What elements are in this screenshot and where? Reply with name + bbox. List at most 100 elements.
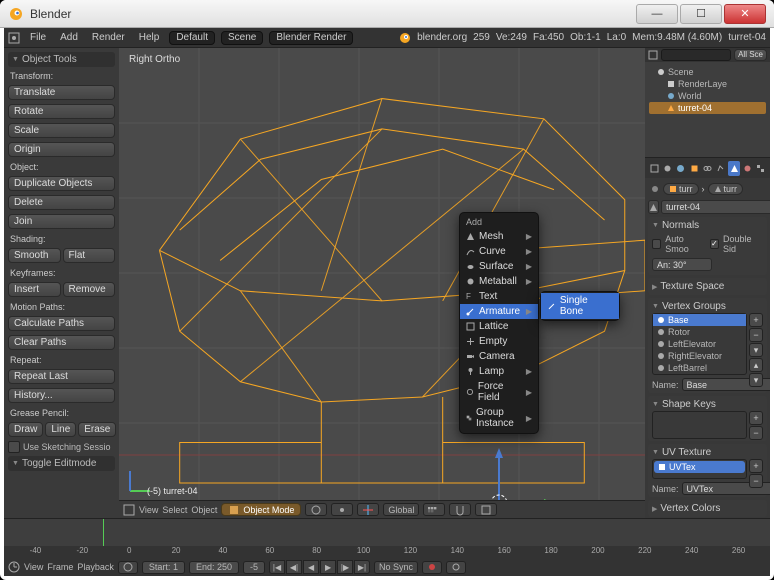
panel-toggle-editmode[interactable]: Toggle Editmode xyxy=(8,456,115,471)
crumb-mesh[interactable]: turr xyxy=(708,183,744,195)
close-button[interactable]: ✕ xyxy=(724,4,766,24)
panel-normals-header[interactable]: Normals xyxy=(652,219,763,232)
minimize-button[interactable]: — xyxy=(636,4,678,24)
add-metaball[interactable]: Metaball▶ xyxy=(460,274,538,289)
editor-type-icon[interactable] xyxy=(648,50,658,60)
render-preview-button[interactable] xyxy=(475,503,497,516)
add-empty[interactable]: Empty xyxy=(460,334,538,349)
jump-end-button[interactable]: ▶| xyxy=(354,560,370,574)
menu-add[interactable]: Add xyxy=(56,32,82,43)
add-menu[interactable]: Add Mesh▶ Curve▶ Surface▶ Metaball▶ FTex… xyxy=(459,212,539,434)
3d-viewport[interactable]: Right Ortho xyxy=(119,48,645,518)
menu-render[interactable]: Render xyxy=(88,32,129,43)
repeat-last-button[interactable]: Repeat Last xyxy=(8,369,115,384)
tab-constraints[interactable] xyxy=(701,161,713,176)
outliner-search[interactable] xyxy=(661,49,731,61)
vgroup-item[interactable]: LeftBarrel xyxy=(653,362,746,374)
gp-line-button[interactable]: Line xyxy=(45,422,76,437)
auto-smooth-angle[interactable]: An: 30° xyxy=(652,258,712,271)
tab-scene[interactable] xyxy=(661,161,673,176)
uv-texture-list[interactable]: UVTex xyxy=(652,459,747,479)
tab-object-data[interactable] xyxy=(728,161,740,176)
tab-render[interactable] xyxy=(648,161,660,176)
join-button[interactable]: Join xyxy=(8,214,115,229)
outliner-object-turret[interactable]: turret-04 xyxy=(649,102,766,114)
insert-keyframe-button[interactable]: Insert xyxy=(8,282,61,297)
screen-layout-select[interactable]: Default xyxy=(169,31,215,45)
panel-shape-keys-header[interactable]: Shape Keys xyxy=(652,398,763,411)
pin-icon[interactable] xyxy=(650,184,660,194)
tab-world[interactable] xyxy=(675,161,687,176)
tl-menu-view[interactable]: View xyxy=(24,562,43,572)
add-mesh[interactable]: Mesh▶ xyxy=(460,229,538,244)
end-frame-input[interactable]: End: 250 xyxy=(189,561,239,574)
vgroup-item[interactable]: Base xyxy=(653,314,746,326)
history-button[interactable]: History... xyxy=(8,388,115,403)
duplicate-button[interactable]: Duplicate Objects xyxy=(8,176,115,191)
uv-item[interactable]: UVTex xyxy=(654,461,745,473)
editor-type-icon[interactable] xyxy=(8,561,20,573)
start-frame-input[interactable]: Start: 1 xyxy=(142,561,185,574)
crumb-object[interactable]: turr xyxy=(663,183,699,195)
manipulator-button[interactable] xyxy=(357,503,379,516)
shading-wireframe-button[interactable] xyxy=(305,503,327,516)
menu-help[interactable]: Help xyxy=(135,32,164,43)
add-surface[interactable]: Surface▶ xyxy=(460,259,538,274)
vgroup-move-down-button[interactable]: ▾ xyxy=(749,373,763,387)
double-sided-checkbox[interactable] xyxy=(710,239,719,249)
clear-paths-button[interactable]: Clear Paths xyxy=(8,335,115,350)
tab-object[interactable] xyxy=(688,161,700,176)
vgroup-item[interactable]: RightElevator xyxy=(653,350,746,362)
add-lattice[interactable]: Lattice xyxy=(460,319,538,334)
gp-draw-button[interactable]: Draw xyxy=(8,422,43,437)
shapekey-remove-button[interactable]: − xyxy=(749,426,763,440)
add-group-instance[interactable]: Group Instance▶ xyxy=(460,405,538,431)
panel-vertex-groups-header[interactable]: Vertex Groups xyxy=(652,300,763,313)
tl-menu-playback[interactable]: Playback xyxy=(77,562,114,572)
menu-file[interactable]: File xyxy=(26,32,50,43)
vp-menu-object[interactable]: Object xyxy=(191,505,217,515)
outliner-filter[interactable]: All Sce xyxy=(734,49,767,61)
vgroup-remove-button[interactable]: − xyxy=(749,328,763,342)
outliner[interactable]: Scene RenderLaye World turret-04 xyxy=(645,62,770,158)
outliner-scene[interactable]: Scene xyxy=(649,66,766,78)
outliner-world[interactable]: World xyxy=(649,90,766,102)
shapekey-add-button[interactable]: + xyxy=(749,411,763,425)
scale-button[interactable]: Scale xyxy=(8,123,115,138)
auto-keyframe-button[interactable] xyxy=(422,561,442,574)
current-frame-input[interactable]: -5 xyxy=(243,561,265,574)
jump-start-button[interactable]: |◀ xyxy=(269,560,285,574)
panel-vertex-colors-header[interactable]: Vertex Colors xyxy=(652,502,763,515)
vp-menu-view[interactable]: View xyxy=(139,505,158,515)
vgroup-item[interactable]: LeftElevator xyxy=(653,338,746,350)
sync-mode-select[interactable]: No Sync xyxy=(374,561,418,574)
datablock-name-input[interactable] xyxy=(661,200,770,214)
shape-keys-list[interactable] xyxy=(652,411,747,439)
tab-material[interactable] xyxy=(741,161,753,176)
vgroup-specials-button[interactable]: ▾ xyxy=(749,343,763,357)
auto-smooth-checkbox[interactable] xyxy=(652,239,661,249)
editor-type-icon[interactable] xyxy=(8,32,20,44)
tab-texture[interactable] xyxy=(755,161,767,176)
editor-type-icon[interactable] xyxy=(123,504,135,516)
panel-uv-texture-header[interactable]: UV Texture xyxy=(652,446,763,459)
flat-button[interactable]: Flat xyxy=(63,248,116,263)
timeline-area[interactable]: -40-200204060801001201401601802002202402… xyxy=(4,519,770,558)
add-text[interactable]: FText xyxy=(460,289,538,304)
gp-session-checkbox[interactable]: Use Sketching Sessio xyxy=(8,440,115,454)
vp-menu-select[interactable]: Select xyxy=(162,505,187,515)
rotate-button[interactable]: Rotate xyxy=(8,104,115,119)
vgroup-move-up-button[interactable]: ▴ xyxy=(749,358,763,372)
panel-texture-space-header[interactable]: Texture Space xyxy=(652,280,763,293)
play-button[interactable]: ▶ xyxy=(320,560,336,574)
uv-remove-button[interactable]: − xyxy=(749,474,763,488)
add-armature[interactable]: Armature▶ xyxy=(460,304,538,319)
pivot-button[interactable] xyxy=(331,503,353,516)
datablock-icon[interactable] xyxy=(648,200,659,214)
render-engine-select[interactable]: Blender Render xyxy=(269,31,353,45)
vertex-groups-list[interactable]: Base Rotor LeftElevator RightElevator Le… xyxy=(652,313,747,375)
snap-button[interactable] xyxy=(449,503,471,516)
vgroup-item[interactable]: Rotor xyxy=(653,326,746,338)
add-force-field[interactable]: Force Field▶ xyxy=(460,379,538,405)
calculate-paths-button[interactable]: Calculate Paths xyxy=(8,316,115,331)
